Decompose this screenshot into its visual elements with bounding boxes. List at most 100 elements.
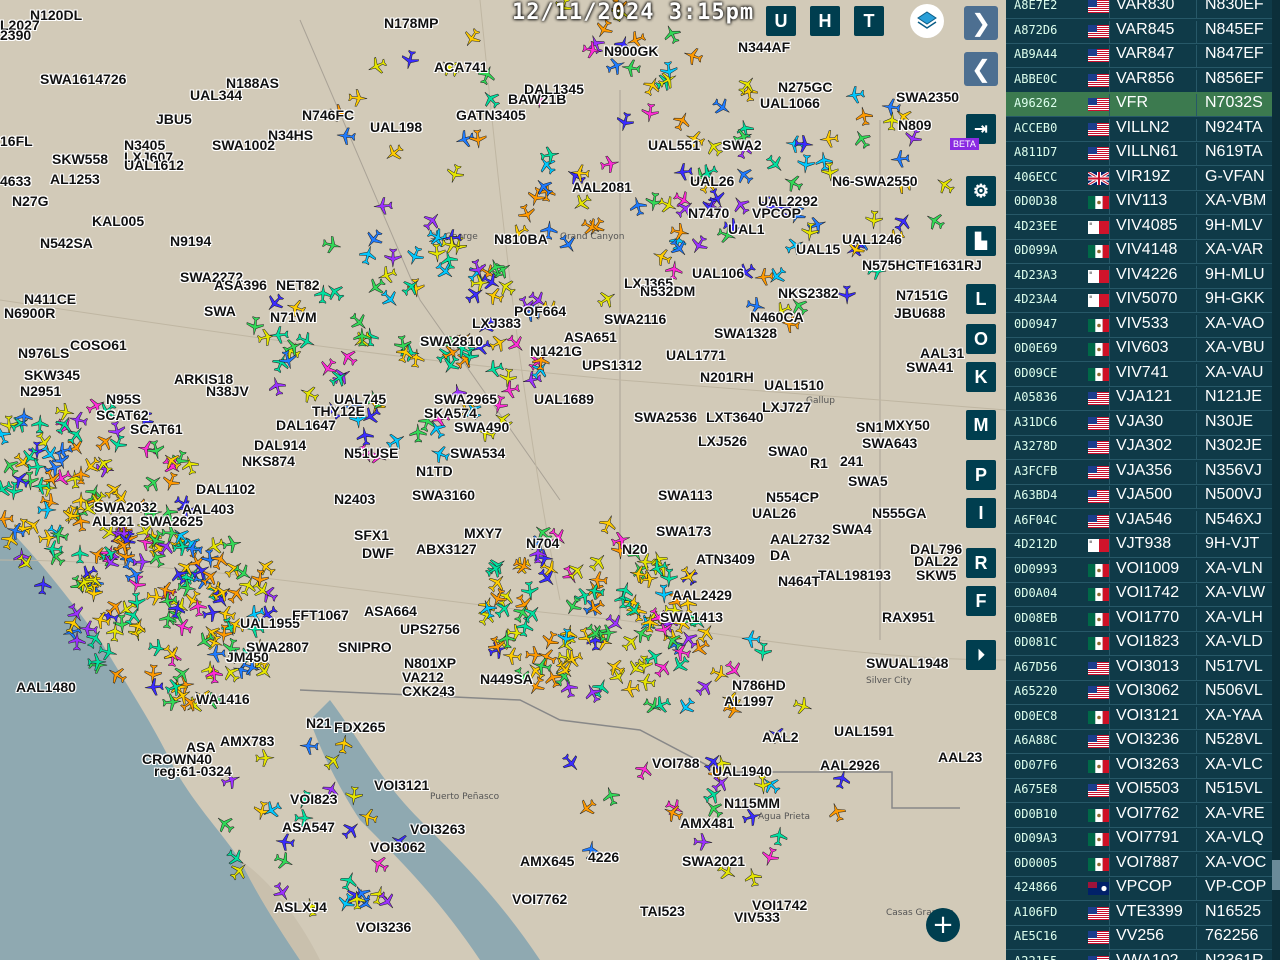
flight-label[interactable]: N464T — [778, 574, 820, 588]
flight-label[interactable]: ASA651 — [564, 330, 617, 344]
flight-label[interactable]: UAL1066 — [760, 96, 820, 110]
aircraft-icon[interactable] — [837, 285, 857, 305]
flight-label[interactable]: UAL1246 — [842, 232, 902, 246]
aircraft-icon[interactable] — [634, 671, 657, 694]
flight-label[interactable]: ABX3127 — [416, 542, 477, 556]
flight-label[interactable]: R1 — [810, 456, 828, 470]
flight-label[interactable]: AL1253 — [50, 172, 100, 186]
flight-label[interactable]: WA1416 — [196, 692, 250, 706]
flight-label[interactable]: N7470 — [688, 206, 729, 220]
flight-label[interactable]: UPS2756 — [400, 622, 460, 636]
flight-label[interactable]: N801XP — [404, 656, 456, 670]
flight-label[interactable]: TAL198193 — [818, 568, 891, 582]
flight-label[interactable]: N9194 — [170, 234, 211, 248]
flight-label[interactable]: LXJ727 — [762, 400, 811, 414]
flight-label[interactable]: TAI523 — [640, 904, 685, 918]
flight-label[interactable]: VOI7762 — [512, 892, 567, 906]
aircraft-list-row[interactable]: 424866 VPCOP VP-COP — [1006, 876, 1272, 901]
aircraft-list-row[interactable]: A106FD VTE3399 N16525 — [1006, 901, 1272, 926]
flight-label[interactable]: SWA5 — [848, 474, 888, 488]
sidebar-button-l[interactable]: L — [966, 284, 996, 314]
aircraft-list-row[interactable]: AB9A44 VAR847 N847EF — [1006, 43, 1272, 68]
filter-button-h[interactable]: H — [810, 6, 840, 36]
flight-label[interactable]: N6-SWA2550 — [832, 174, 918, 188]
flight-label[interactable]: AAL2926 — [820, 758, 880, 772]
flight-label[interactable]: N201RH — [700, 370, 754, 384]
flight-label[interactable]: MXY7 — [464, 526, 502, 540]
flight-label[interactable]: reg:61-0324 — [154, 764, 232, 778]
flight-label[interactable]: SWA2032 — [94, 500, 157, 514]
flight-label[interactable]: 4226 — [588, 850, 619, 864]
aircraft-icon[interactable] — [497, 628, 519, 650]
flight-label[interactable]: AL1997 — [724, 694, 774, 708]
flight-label[interactable]: NKS874 — [242, 454, 295, 468]
flight-label[interactable]: VOI3121 — [374, 778, 429, 792]
flight-label[interactable]: UAL1955 — [240, 616, 300, 630]
flight-label[interactable]: SNIPRO — [338, 640, 392, 654]
flight-label[interactable]: UAL1940 — [712, 764, 772, 778]
aircraft-list-row[interactable]: 0D0993 VOI1009 XA-VLN — [1006, 558, 1272, 583]
aircraft-list-row[interactable]: 406ECC VIR19Z G-VFAN — [1006, 166, 1272, 191]
aircraft-icon[interactable] — [467, 129, 489, 151]
aircraft-list-row[interactable]: 0D0D38 VIV113 XA-VBM — [1006, 190, 1272, 215]
sidebar-button-k[interactable]: K — [966, 362, 996, 392]
flight-label[interactable]: THY12E — [312, 404, 365, 418]
flight-label[interactable]: SWA1614726 — [40, 72, 126, 86]
aircraft-list-row[interactable]: ACCEB0 VILLN2 N924TA — [1006, 117, 1272, 142]
flight-label[interactable]: DAL1102 — [196, 482, 255, 496]
aircraft-list-row[interactable]: A675E8 VOI5503 N515VL — [1006, 778, 1272, 803]
aircraft-icon[interactable] — [843, 84, 866, 107]
flight-label[interactable]: SWA2021 — [682, 854, 745, 868]
filter-button-u[interactable]: U — [766, 6, 796, 36]
prev-button[interactable]: ❮ — [964, 52, 998, 86]
flight-label[interactable]: VPCOP — [752, 206, 801, 220]
flight-label[interactable]: UAL1689 — [534, 392, 594, 406]
flight-label[interactable]: AAL2429 — [672, 588, 732, 602]
flight-label[interactable]: SWA2810 — [420, 334, 483, 348]
flight-label[interactable]: N532DM — [640, 284, 695, 298]
aircraft-list-row[interactable]: 0D0B10 VOI7762 XA-VRE — [1006, 803, 1272, 828]
flight-label[interactable]: N411CE — [24, 292, 76, 306]
aircraft-icon[interactable] — [768, 825, 791, 848]
flight-label[interactable]: COSO61 — [70, 338, 127, 352]
aircraft-list-row[interactable]: A872D6 VAR845 N845EF — [1006, 19, 1272, 44]
aircraft-icon[interactable] — [37, 500, 57, 520]
flight-label[interactable]: UAL1510 — [764, 378, 824, 392]
aircraft-list-row[interactable]: 0D0A04 VOI1742 XA-VLW — [1006, 582, 1272, 607]
zoom-in-button[interactable]: + — [926, 908, 960, 942]
flight-label[interactable]: ASA664 — [364, 604, 417, 618]
aircraft-icon[interactable] — [580, 38, 603, 61]
aircraft-icon[interactable] — [799, 221, 821, 243]
sidebar-button-o[interactable]: O — [966, 324, 996, 354]
flight-label[interactable]: DAL914 — [254, 438, 306, 452]
flight-label[interactable]: UAL26 — [690, 174, 734, 188]
flight-label[interactable]: UAL198 — [370, 120, 422, 134]
flight-label[interactable]: DAL1345 — [524, 82, 584, 96]
flight-label[interactable]: SWA173 — [656, 524, 711, 538]
flight-label[interactable]: N460CA — [750, 310, 804, 324]
flight-label[interactable]: UAL344 — [190, 88, 242, 102]
flight-label[interactable]: SWA2965 — [434, 392, 497, 406]
flight-label[interactable]: SWUAL1948 — [866, 656, 948, 670]
aircraft-icon[interactable] — [269, 324, 290, 345]
flight-label[interactable]: JM450 — [226, 650, 269, 664]
flight-label[interactable]: N20 — [622, 542, 648, 556]
flight-label[interactable]: UAL106 — [692, 266, 744, 280]
flight-label[interactable]: JBU688 — [894, 306, 945, 320]
flight-label[interactable]: SWA1002 — [212, 138, 275, 152]
aircraft-icon[interactable] — [818, 128, 840, 150]
flight-label[interactable]: SCAT61 — [130, 422, 183, 436]
flight-label[interactable]: N6900R — [4, 306, 55, 320]
aircraft-icon[interactable] — [588, 569, 609, 590]
flight-label[interactable]: SWA490 — [454, 420, 509, 434]
flight-label[interactable]: N704 — [526, 536, 559, 550]
aircraft-list-row[interactable]: 0D099A VIV4148 XA-VAR — [1006, 239, 1272, 264]
flight-label[interactable]: N95S — [106, 392, 141, 406]
flight-label[interactable]: SKW345 — [24, 368, 80, 382]
flight-label[interactable]: N344AF — [738, 40, 790, 54]
flight-label[interactable]: 2390 — [0, 28, 31, 42]
flight-label[interactable]: N38JV — [206, 384, 249, 398]
flight-label[interactable]: AL821 — [92, 514, 134, 528]
flight-label[interactable]: AAL1480 — [16, 680, 76, 694]
flight-label[interactable]: SN1 — [856, 420, 883, 434]
